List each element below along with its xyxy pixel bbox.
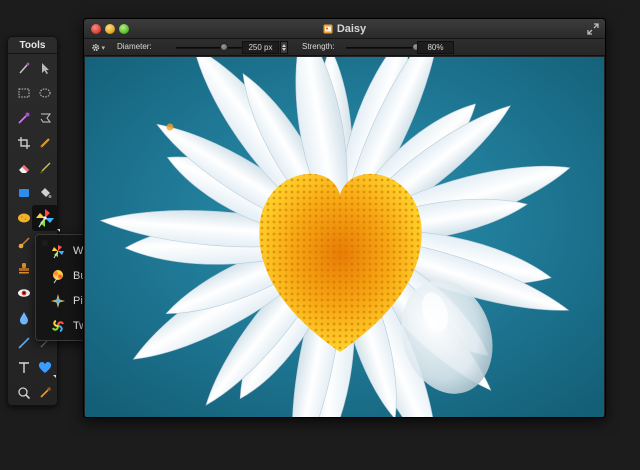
magic-wand-icon[interactable] [15, 59, 33, 77]
submenu-indicator-icon [53, 375, 56, 378]
distort-icon [36, 209, 54, 228]
tool-options-menu[interactable]: ▾ [91, 41, 105, 54]
window-title-text: Daisy [336, 23, 367, 35]
submenu-indicator-icon [57, 229, 60, 232]
distort-tool-button[interactable] [32, 205, 60, 232]
stamp-icon[interactable] [15, 259, 33, 277]
diameter-stepper[interactable] [280, 41, 288, 54]
diameter-label: Diameter: [117, 42, 152, 51]
eye-icon[interactable] [15, 284, 33, 302]
ellipse-select-icon[interactable] [36, 84, 54, 102]
crop-icon[interactable] [15, 134, 33, 152]
tools-panel: Tools [7, 36, 60, 406]
document-window: Daisy ▾ Diameter: 250 px Strength: 80% [83, 18, 606, 418]
pinch-icon [51, 294, 65, 308]
warp-icon [52, 245, 64, 259]
diameter-input[interactable]: 250 px [242, 41, 279, 54]
tools-panel-title: Tools [8, 37, 57, 54]
eyedropper-icon[interactable] [36, 384, 54, 402]
window-title: Daisy [84, 19, 605, 39]
zoom-icon[interactable] [15, 384, 33, 402]
options-bar: ▾ Diameter: 250 px Strength: 80% [84, 39, 605, 56]
sponge-icon[interactable] [15, 209, 33, 227]
bump-icon [53, 270, 63, 284]
daisy-photo [85, 57, 604, 417]
lasso-icon[interactable] [36, 109, 54, 127]
color-picker-icon[interactable] [15, 109, 33, 127]
pen-icon[interactable] [15, 334, 33, 352]
strength-label: Strength: [302, 42, 335, 51]
paint-bucket-icon[interactable] [36, 184, 54, 202]
window-titlebar: Daisy [84, 19, 605, 39]
pointer-icon[interactable] [36, 59, 54, 77]
heart-icon[interactable] [36, 359, 56, 378]
strength-input[interactable]: 80% [417, 41, 454, 54]
eraser-icon[interactable] [15, 159, 33, 177]
type-icon[interactable] [15, 359, 33, 377]
document-icon [323, 24, 333, 34]
chevron-down-icon: ▾ [101, 44, 105, 52]
pencil-icon[interactable] [36, 134, 54, 152]
image-canvas[interactable] [85, 57, 604, 417]
gear-icon [92, 44, 100, 51]
shape-icon[interactable] [15, 184, 33, 202]
smudge-icon[interactable] [15, 234, 33, 252]
diameter-slider-knob[interactable] [220, 43, 228, 51]
twirl-icon [52, 320, 64, 332]
rect-select-icon[interactable] [15, 84, 33, 102]
drop-icon[interactable] [15, 309, 33, 327]
fullscreen-icon[interactable] [587, 23, 599, 35]
brush-icon[interactable] [36, 159, 54, 177]
